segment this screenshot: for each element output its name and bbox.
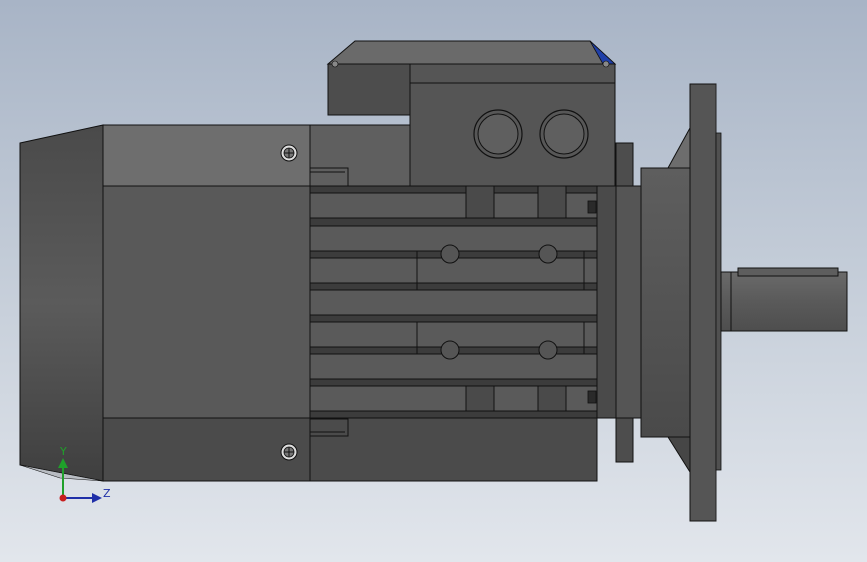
terminal-box-lid <box>326 40 617 65</box>
graphics-viewport[interactable]: Y Z <box>0 0 867 562</box>
cable-gland-right-icon <box>539 109 589 159</box>
cable-gland-left-icon <box>473 109 523 159</box>
motor-3d-model[interactable]: Y Z <box>0 0 867 562</box>
screw-bottom-icon <box>280 443 298 461</box>
origin-icon <box>59 494 67 502</box>
screw-top-icon <box>280 144 298 162</box>
shaft-key <box>737 267 839 277</box>
mounting-flange[interactable] <box>640 83 722 522</box>
z-arrowhead-icon <box>92 493 102 503</box>
output-shaft[interactable] <box>720 267 848 332</box>
frame-top-section <box>102 124 311 187</box>
z-axis-label: Z <box>103 487 111 500</box>
fan-cover[interactable] <box>19 124 104 482</box>
end-shield <box>596 142 642 463</box>
y-axis-label: Y <box>59 445 67 458</box>
frame-bottom-right <box>309 417 598 482</box>
frame-bottom-section <box>102 417 311 482</box>
cooling-fins <box>309 185 598 419</box>
frame-middle-section <box>102 185 311 419</box>
